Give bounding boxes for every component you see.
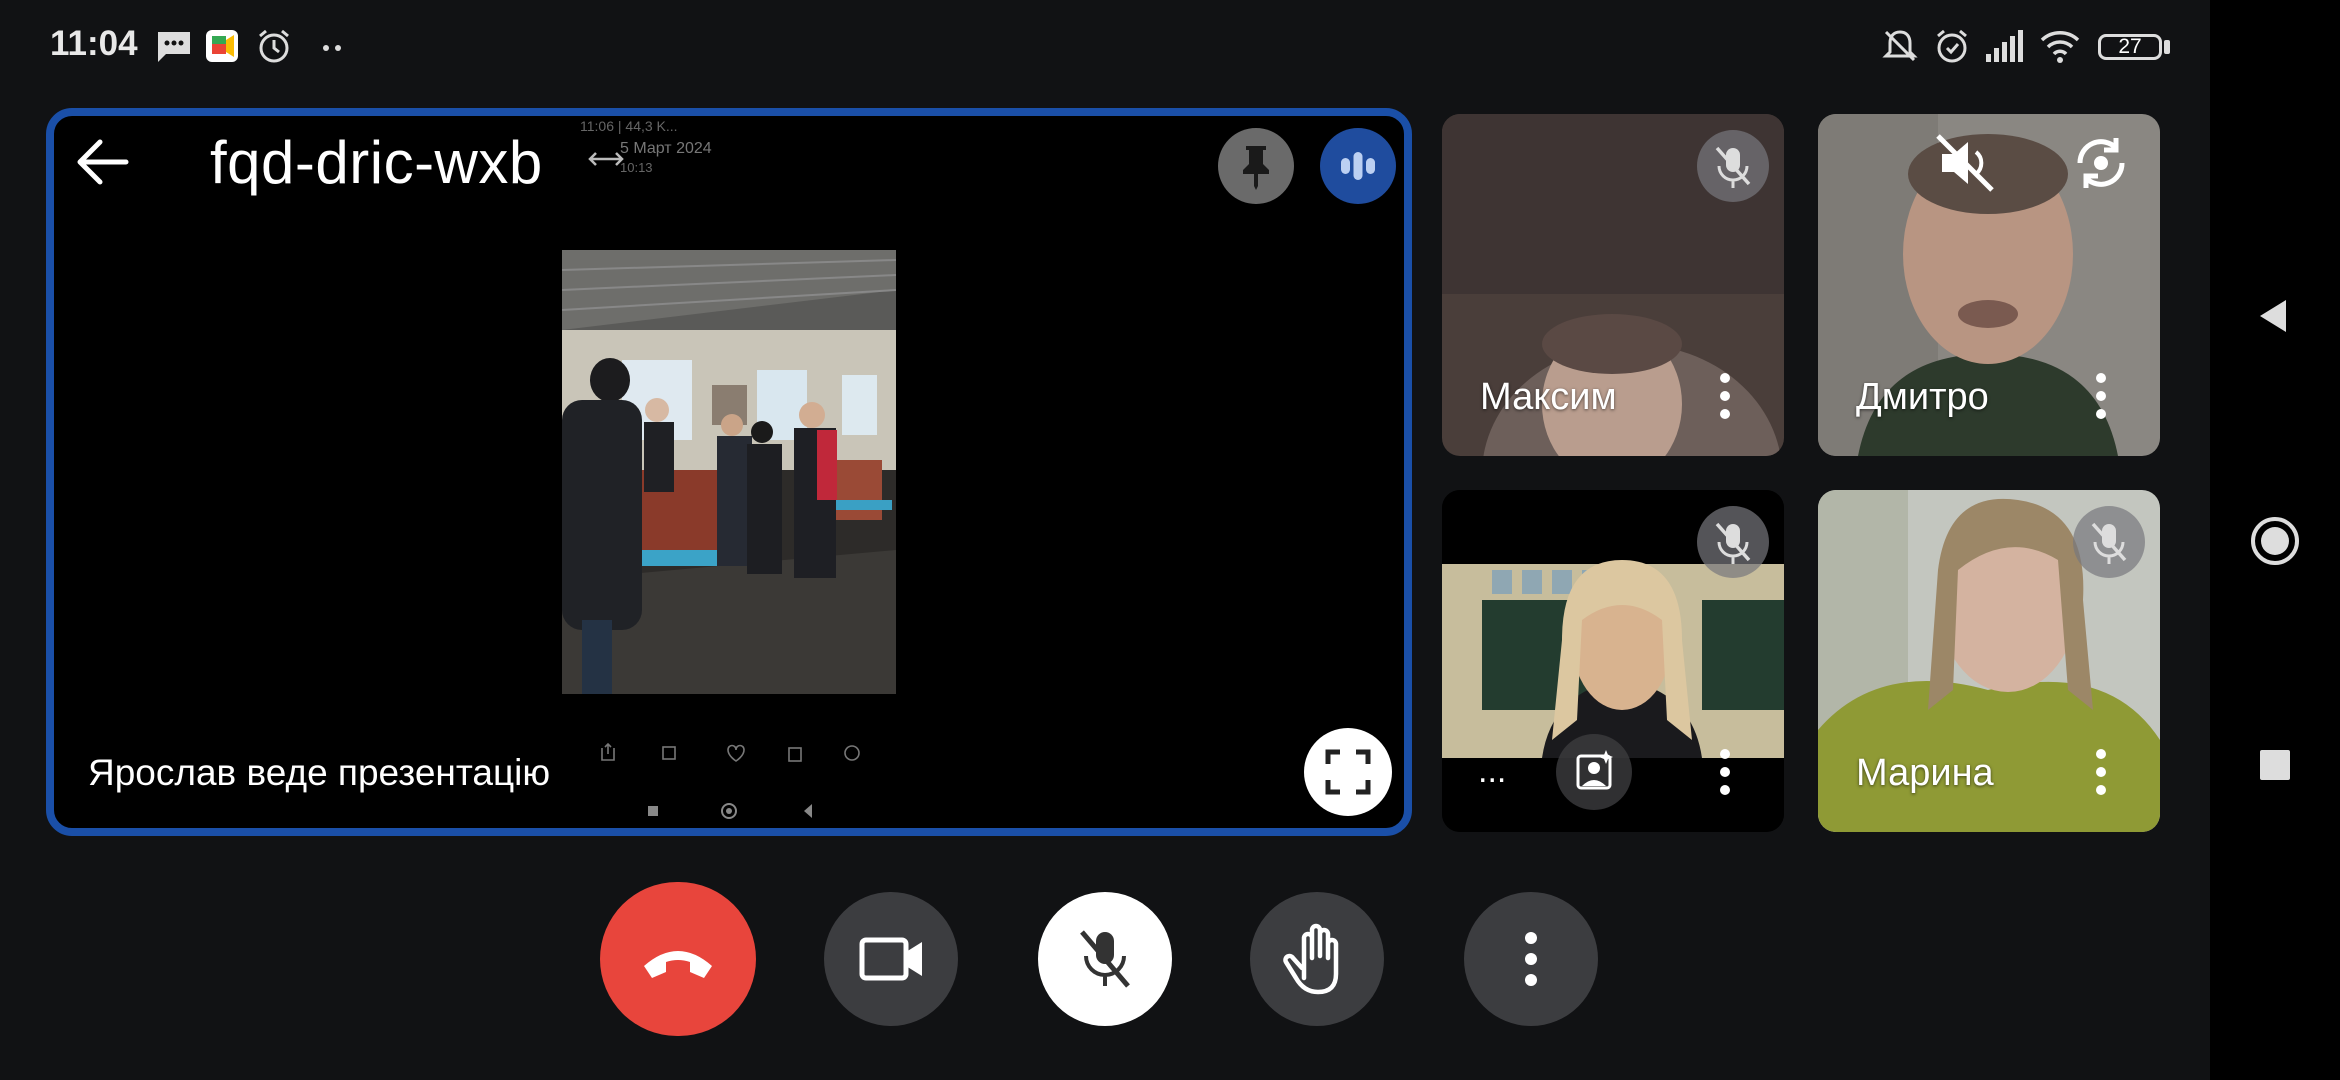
presenter-label: Ярослав веде презентацію [88, 752, 551, 793]
expand-arrows-icon [588, 152, 624, 166]
camera-icon [859, 937, 922, 981]
shared-screen-time: 10:13 [620, 160, 653, 175]
participant-name: Марина [1856, 752, 1994, 794]
battery-cap [2164, 40, 2170, 54]
vibrate-off-icon [1882, 30, 1918, 62]
pin-icon [1243, 146, 1269, 190]
more-options-button[interactable] [1464, 892, 1598, 1026]
raise-hand-button[interactable] [1250, 892, 1384, 1026]
messages-icon [158, 32, 190, 62]
speaker-muted-icon [1936, 134, 1994, 192]
end-call-icon [644, 951, 712, 978]
mic-off-icon [1080, 930, 1130, 988]
self-muted-indicator [1697, 506, 1769, 578]
participant-name: Дмитро [1856, 376, 1989, 418]
visual-effects-icon [1576, 750, 1613, 790]
mic-off-icon [2091, 522, 2127, 564]
back-arrow-icon[interactable] [72, 132, 132, 192]
shared-photo [562, 250, 896, 694]
audio-level-icon [1341, 152, 1375, 180]
mic-off-icon [1715, 522, 1751, 564]
visual-effects-button[interactable] [1556, 734, 1632, 810]
nav-back-icon[interactable] [2252, 294, 2296, 338]
signal-icon [1986, 30, 2023, 62]
status-time: 11:04 [50, 24, 138, 63]
alarm-icon [259, 29, 289, 63]
battery-icon: 27 [2098, 34, 2162, 60]
meeting-code[interactable]: fqd-dric-wxb [210, 128, 543, 197]
mic-off-icon [1715, 146, 1751, 188]
google-meet-icon [206, 30, 238, 62]
nav-recents-icon[interactable] [2258, 748, 2292, 782]
participant-more-icon[interactable] [2086, 366, 2116, 426]
participant-name: Максим [1480, 376, 1617, 418]
audio-level-button[interactable] [1320, 128, 1396, 204]
participant-more-icon[interactable] [2086, 742, 2116, 802]
raise-hand-icon [1283, 923, 1339, 995]
fullscreen-button[interactable] [1304, 728, 1392, 816]
microphone-button[interactable] [1038, 892, 1172, 1026]
participant-more-icon[interactable] [1710, 366, 1740, 426]
participant-muted-indicator [1697, 130, 1769, 202]
shared-screen-date: 5 Март 2024 [620, 140, 712, 157]
participant-more-icon[interactable] [1710, 742, 1740, 802]
more-vert-icon [1525, 932, 1537, 986]
end-call-button[interactable] [600, 882, 756, 1036]
switch-camera-icon[interactable] [2066, 128, 2136, 198]
alarm-icon-right [1937, 29, 1967, 63]
shared-screen-nav [648, 803, 812, 819]
more-dots-icon [323, 45, 341, 51]
pin-button[interactable] [1218, 128, 1294, 204]
participant-name: ... [1478, 752, 1507, 790]
nav-home-icon[interactable] [2250, 516, 2300, 566]
shared-screen-toolbar [601, 742, 860, 762]
wifi-icon [2040, 31, 2080, 63]
participant-muted-indicator [2073, 506, 2145, 578]
fullscreen-icon [1325, 749, 1371, 795]
camera-button[interactable] [824, 892, 958, 1026]
shared-screen-status: 11:06 | 44,3 K... [580, 118, 678, 134]
